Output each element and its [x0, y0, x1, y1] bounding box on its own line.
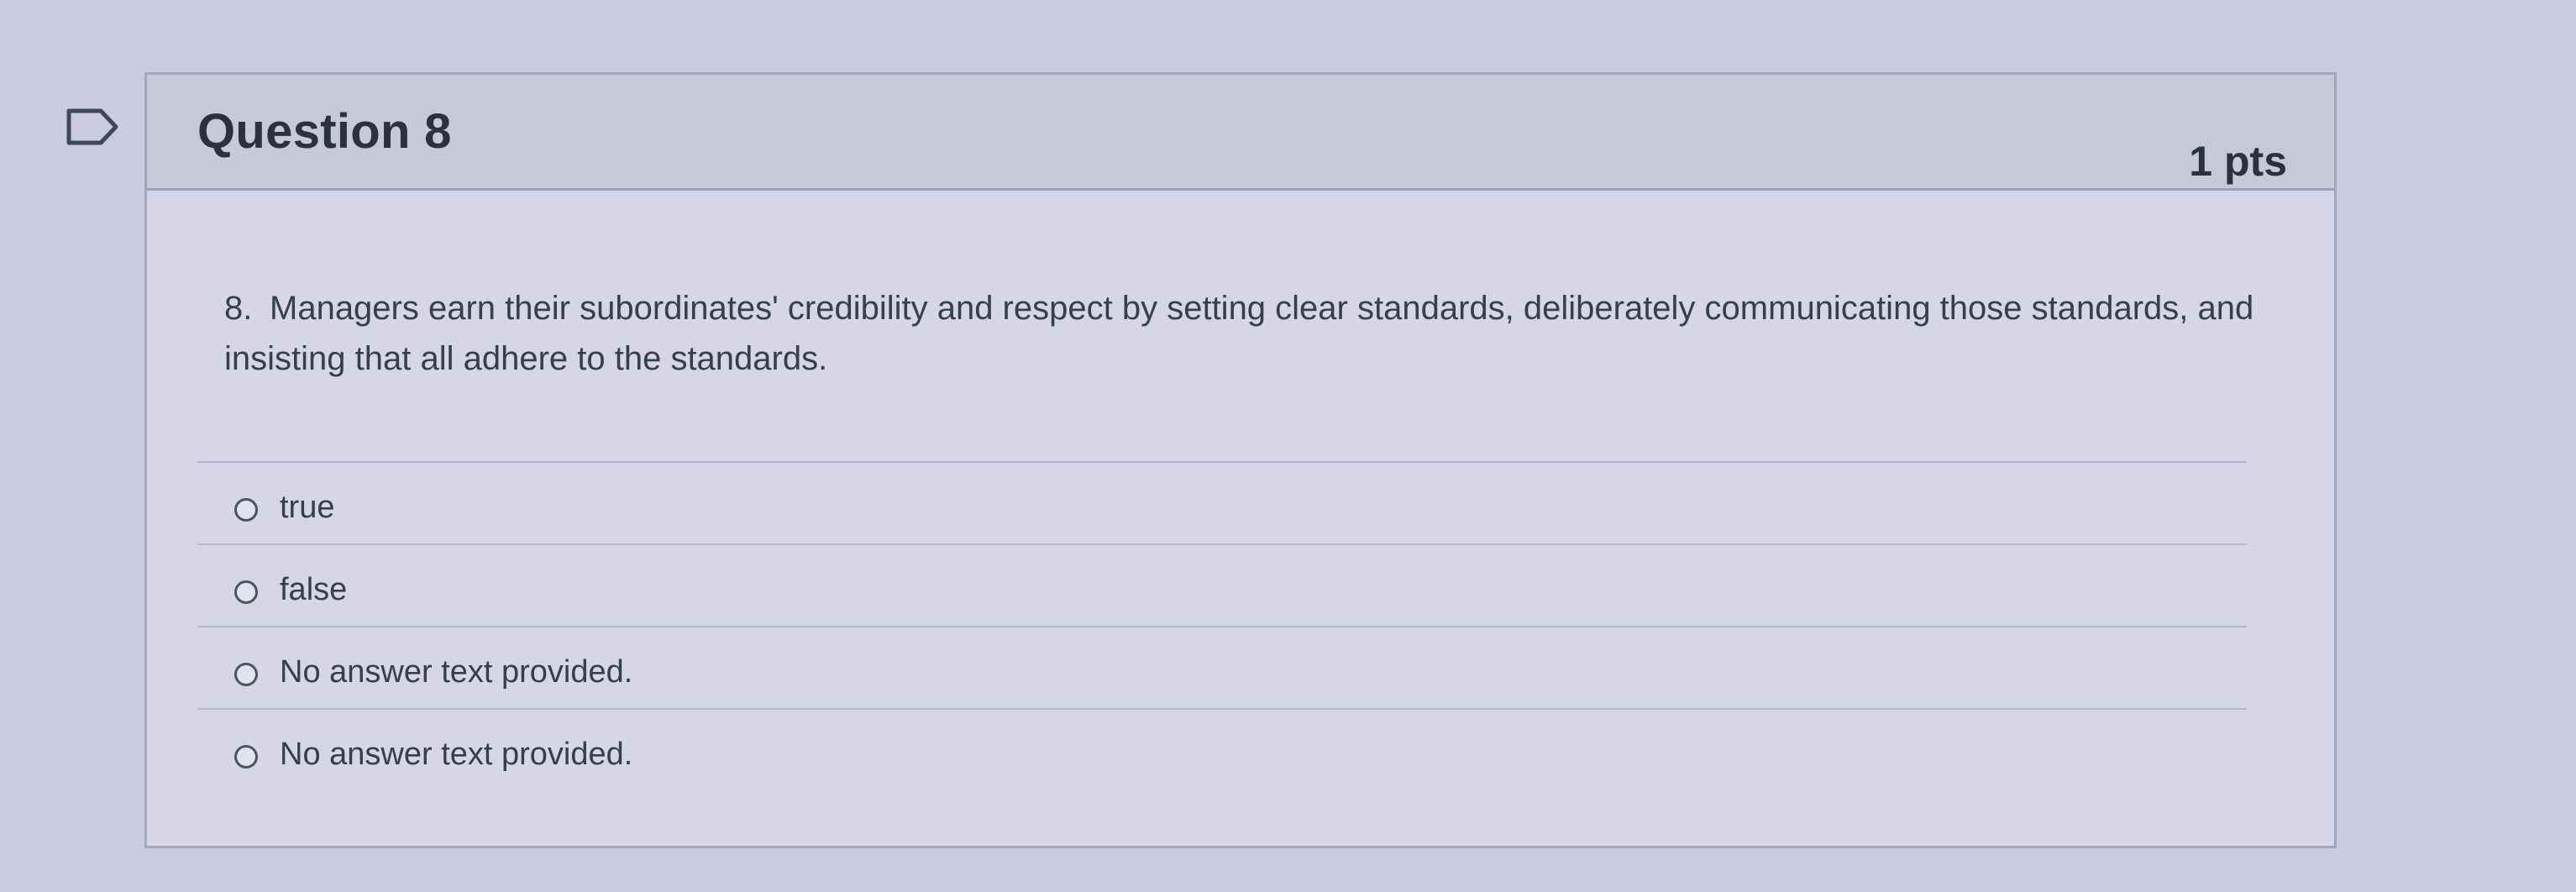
question-points: 1 pts — [2189, 138, 2287, 185]
question-text: 8. Managers earn their subordinates' cred… — [224, 283, 2307, 384]
answer-label[interactable]: false — [280, 572, 347, 608]
answer-label[interactable]: No answer text provided. — [280, 654, 632, 690]
radio-unselected-icon[interactable] — [234, 580, 258, 604]
question-number: 8. — [224, 290, 253, 327]
answer-label[interactable]: No answer text provided. — [280, 737, 632, 773]
question-header: Question 8 1 pts — [147, 75, 2334, 191]
answer-label[interactable]: true — [280, 490, 334, 526]
answer-option-3[interactable]: No answer text provided. — [197, 627, 2247, 710]
radio-unselected-icon[interactable] — [234, 663, 258, 686]
question-body: Managers earn their subordinates' credib… — [224, 290, 2254, 377]
answer-list: true false No answer text provided. No a… — [197, 461, 2247, 792]
flag-question-icon[interactable] — [66, 108, 119, 146]
question-card: Question 8 1 pts 8. Managers earn their s… — [144, 72, 2337, 848]
question-title: Question 8 — [197, 104, 452, 159]
radio-unselected-icon[interactable] — [234, 498, 258, 522]
answer-option-false[interactable]: false — [197, 545, 2247, 627]
answer-option-true[interactable]: true — [197, 463, 2247, 545]
answer-option-4[interactable]: No answer text provided. — [197, 710, 2247, 792]
radio-unselected-icon[interactable] — [234, 745, 258, 769]
